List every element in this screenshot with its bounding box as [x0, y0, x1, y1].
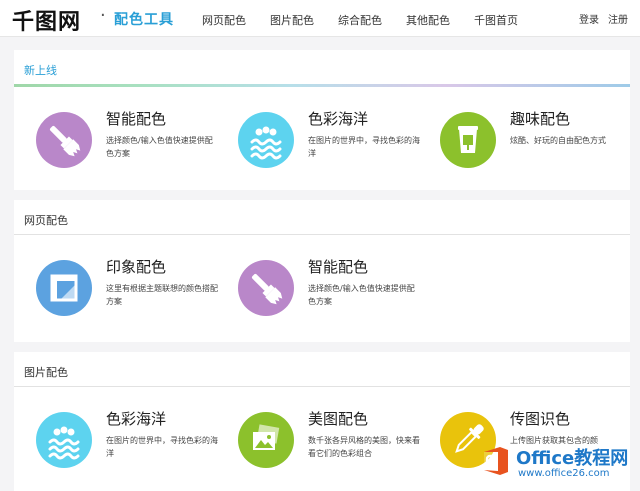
card-gallery-colors[interactable]: 美图配色 数千张各异风格的美图，快来看看它们的色彩组合	[222, 398, 420, 488]
card-title: 传图识色	[510, 410, 571, 428]
logo-separator: ·	[100, 5, 106, 26]
card-smart-colors[interactable]: 智能配色 选择颜色/输入色值快速提供配色方案	[20, 98, 213, 188]
card-title: 色彩海洋	[308, 110, 369, 128]
gradient-divider	[14, 84, 630, 87]
card-desc: 这里有根据主题联想的颜色搭配方案	[106, 284, 218, 306]
ruler-frame-icon	[36, 260, 92, 316]
card-title: 趣味配色	[510, 110, 571, 128]
watermark-name: Office教程网	[516, 448, 629, 469]
nav-home[interactable]: 千图首页	[474, 12, 518, 28]
card-desc: 在图片的世界中，寻找色彩的海洋	[106, 436, 218, 458]
register-link[interactable]: 注册	[608, 11, 628, 26]
card-desc: 炫酷、好玩的自由配色方式	[510, 136, 606, 145]
nav-web-colors[interactable]: 网页配色	[202, 12, 246, 28]
section-title: 新上线	[24, 64, 57, 77]
office-logo-icon	[478, 444, 512, 478]
card-color-ocean[interactable]: 色彩海洋 在图片的世界中，寻找色彩的海洋	[222, 98, 420, 188]
card-color-ocean[interactable]: 色彩海洋 在图片的世界中，寻找色彩的海洋	[20, 398, 218, 488]
card-title: 智能配色	[106, 110, 167, 128]
nav-other-colors[interactable]: 其他配色	[406, 12, 450, 28]
watermark: Office教程网 www.office26.com	[478, 440, 638, 488]
sub-brand-title[interactable]: 配色工具	[114, 9, 174, 29]
card-desc: 数千张各异风格的美图，快来看看它们的色彩组合	[308, 436, 420, 458]
section-title: 图片配色	[24, 366, 68, 379]
section-divider	[14, 386, 630, 387]
section-divider	[14, 234, 630, 235]
card-fun-colors[interactable]: 趣味配色 炫酷、好玩的自由配色方式	[424, 98, 616, 188]
nav-mixed-colors[interactable]: 综合配色	[338, 12, 382, 28]
nav-image-colors[interactable]: 图片配色	[270, 12, 314, 28]
card-impression-colors[interactable]: 印象配色 这里有根据主题联想的颜色搭配方案	[20, 246, 218, 336]
card-title: 智能配色	[308, 258, 369, 276]
card-title: 印象配色	[106, 258, 167, 276]
card-desc: 选择颜色/输入色值快速提供配色方案	[308, 284, 415, 306]
card-desc: 在图片的世界中，寻找色彩的海洋	[308, 136, 420, 158]
image-gallery-icon	[238, 412, 294, 468]
section-title: 网页配色	[24, 214, 68, 227]
watermark-url: www.office26.com	[518, 468, 610, 479]
waves-icon	[36, 412, 92, 468]
brush-icon	[36, 112, 92, 168]
site-logo[interactable]: 千图网	[12, 4, 81, 36]
brush-icon	[238, 260, 294, 316]
top-header: 千图网 · 配色工具 网页配色 图片配色 综合配色 其他配色 千图首页 登录 注…	[0, 0, 640, 37]
card-desc: 选择颜色/输入色值快速提供配色方案	[106, 136, 213, 158]
login-link[interactable]: 登录	[579, 11, 599, 26]
paint-bucket-icon	[440, 112, 496, 168]
card-title: 美图配色	[308, 410, 369, 428]
card-title: 色彩海洋	[106, 410, 167, 428]
card-smart-colors[interactable]: 智能配色 选择颜色/输入色值快速提供配色方案	[222, 246, 415, 336]
waves-icon	[238, 112, 294, 168]
